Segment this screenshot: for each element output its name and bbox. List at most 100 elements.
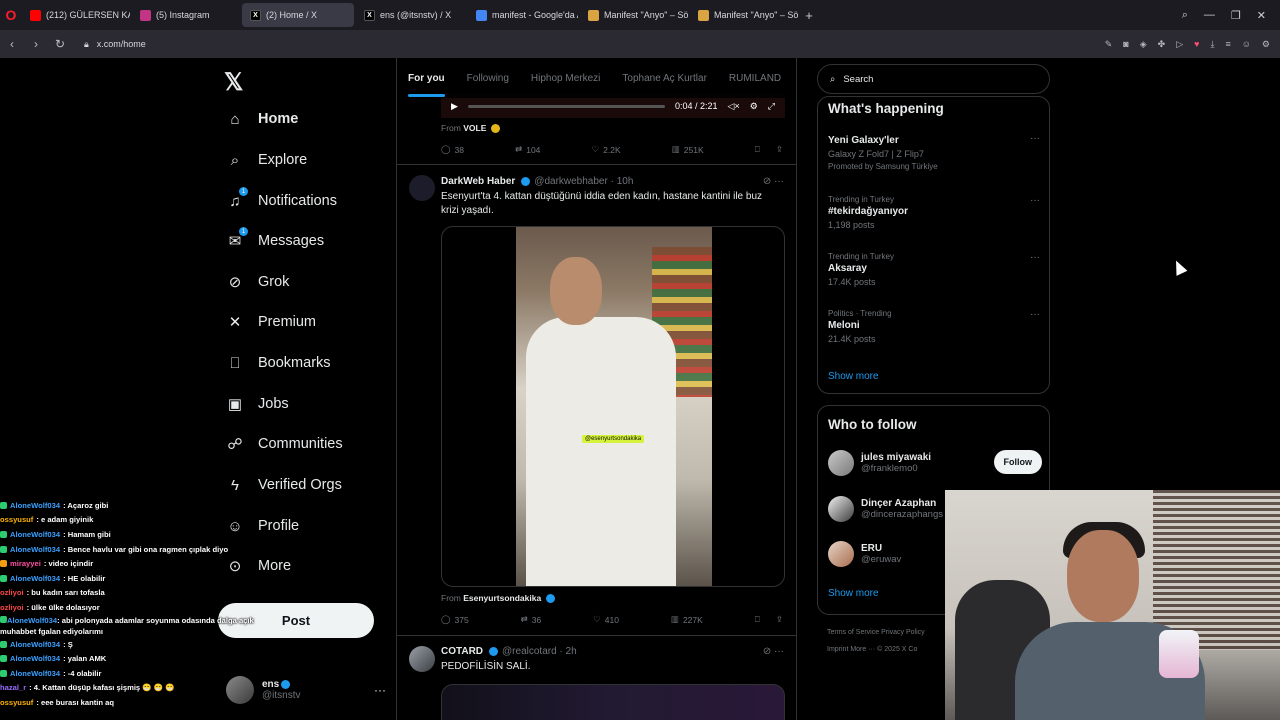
url-text[interactable]: x.com/home — [97, 39, 146, 49]
trend-item[interactable]: Trending in Turkey #tekirdağyanıyor 1,198 … — [828, 195, 1040, 230]
author-handle[interactable]: @realcotard · 2h — [502, 646, 577, 657]
show-more-link[interactable]: Show more — [828, 588, 879, 599]
trend-item[interactable]: Politics · Trending Meloni 21.4K posts ··· — [828, 309, 1040, 344]
more-dots-icon[interactable]: ··· — [1030, 133, 1040, 144]
chat-message: ossyusuf: e adam giyinik — [0, 513, 285, 528]
footer-line[interactable]: Terms of Service Privacy Policy — [827, 624, 957, 641]
nav-item-premium[interactable]: ✕ Premium — [226, 313, 316, 331]
nav-item-home[interactable]: ⌂ Home — [226, 110, 298, 128]
reply-button[interactable]: ◯ 375 — [441, 614, 469, 625]
tab-following[interactable]: Following — [467, 73, 509, 84]
nav-item-explore[interactable]: ⌕ Explore — [226, 151, 307, 169]
author-name[interactable]: DarkWeb Haber — [441, 176, 515, 187]
mute-icon[interactable]: ◁× — [728, 101, 740, 112]
tweet-source: From Esenyurtsondakika — [441, 593, 555, 604]
nav-item-messages[interactable]: ✉ 1 Messages — [226, 227, 324, 250]
fullscreen-icon[interactable]: ⤢ — [768, 101, 775, 112]
share-icon[interactable]: ⇪ — [776, 614, 783, 625]
browser-tab[interactable]: Manifest "Anyo" – Söz Mü — [580, 3, 688, 27]
views-button[interactable]: ▥ 251K — [672, 144, 704, 155]
back-icon[interactable]: ‹ — [0, 37, 24, 51]
share-icon[interactable]: ⇪ — [776, 144, 783, 155]
retweet-button[interactable]: ⇄ 36 — [521, 614, 542, 625]
tab-tophane-aç-kurtlar[interactable]: Tophane Aç Kurtlar — [622, 73, 707, 84]
avatar[interactable] — [409, 646, 435, 672]
new-tab-icon[interactable]: + — [800, 6, 818, 24]
settings-icon[interactable]: ⚙ — [1262, 39, 1270, 50]
avatar[interactable] — [409, 175, 435, 201]
browser-tab[interactable]: Xens (@itsnstv) / X — [356, 3, 466, 27]
more-dots-icon[interactable]: ··· — [774, 176, 784, 187]
puzzle-icon[interactable]: ✤ — [1158, 39, 1166, 50]
nav-item-jobs[interactable]: ▣ Jobs — [226, 395, 289, 413]
edit-icon[interactable]: ✎ — [1105, 39, 1113, 50]
bookmark-button[interactable]: ⎕ ⇪ — [755, 144, 783, 155]
search-tabs-icon[interactable]: ⌕ — [1182, 9, 1188, 22]
nav-item-notifications[interactable]: ♫ 1 Notifications — [226, 187, 337, 210]
bookshelf — [1153, 490, 1280, 650]
bookmark-button[interactable]: ⎕ ⇪ — [755, 614, 783, 625]
browser-tab[interactable]: X (2) Home / X — [242, 3, 354, 27]
minimize-icon[interactable]: — — [1204, 9, 1215, 21]
forward-icon[interactable]: › — [24, 37, 48, 51]
like-button[interactable]: ♡ 410 — [593, 614, 619, 625]
more-dots-icon[interactable]: ··· — [374, 683, 386, 697]
suggestion-handle: @franklemo0 — [861, 463, 918, 474]
address-bar: ‹ › ↻ 🔒︎ x.com/home ✎ ◙ ◈ ✤ ▷ ♥ ⤓ ≡ ☺ ⚙ — [0, 30, 1280, 58]
more-dots-icon[interactable]: ··· — [1030, 195, 1040, 206]
url-field[interactable]: 🔒︎ x.com/home — [84, 39, 146, 50]
nav-item-verified-orgs[interactable]: ϟ Verified Orgs — [226, 476, 342, 494]
close-window-icon[interactable]: ✕ — [1257, 9, 1266, 22]
browser-tab[interactable]: Manifest "Anyo" – Söz Mü — [690, 3, 798, 27]
follow-suggestion[interactable]: jules miyawaki @franklemo0 Follow — [828, 448, 1050, 478]
video-progress-bar[interactable] — [467, 104, 665, 108]
footer-line[interactable]: Imprint More ··· © 2025 X Co — [827, 641, 957, 658]
play-button-icon[interactable]: ▶ — [451, 101, 458, 112]
author-handle[interactable]: @darkwebhaber · 10h — [534, 176, 633, 187]
browser-tab[interactable]: (212) GÜLERSEN KAYBEDE — [22, 3, 130, 27]
shield-icon[interactable]: ◈ — [1140, 39, 1147, 50]
reply-button[interactable]: ◯ 38 — [441, 144, 464, 155]
video-settings-icon[interactable]: ⚙ — [750, 101, 758, 112]
tab-for-you[interactable]: For you — [408, 73, 445, 97]
profile-icon[interactable]: ☺ — [1242, 39, 1251, 49]
more-dots-icon[interactable]: ··· — [774, 646, 784, 657]
menu-icon[interactable]: ≡ — [1225, 39, 1230, 49]
more-dots-icon[interactable]: ··· — [1030, 252, 1040, 263]
tab-hiphop-merkezi[interactable]: Hiphop Merkezi — [531, 73, 600, 84]
tweet-video[interactable]: @esenyurtsondakika — [441, 226, 785, 587]
browser-tab[interactable]: (5) Instagram — [132, 3, 240, 27]
views-button[interactable]: ▥ 227K — [671, 614, 703, 625]
retweet-button[interactable]: ⇄ 104 — [515, 144, 540, 155]
play-icon[interactable]: ▷ — [1176, 39, 1183, 50]
more-dots-icon[interactable]: ··· — [1030, 309, 1040, 320]
x-logo-icon[interactable]: 𝕏 — [224, 68, 243, 97]
like-button[interactable]: ♡ 2.2K — [592, 144, 621, 155]
chat-message: AloneWolf034: Ş — [0, 637, 285, 652]
nav-item-bookmarks[interactable]: ⎕ Bookmarks — [226, 354, 330, 372]
reload-icon[interactable]: ↻ — [48, 37, 72, 51]
search-input[interactable]: ⌕ Search — [817, 64, 1050, 94]
show-more-link[interactable]: Show more — [828, 371, 879, 382]
retweet-icon: ⇄ — [515, 144, 523, 154]
download-icon[interactable]: ⤓ — [1210, 39, 1214, 50]
opera-logo-icon[interactable]: O — [0, 0, 22, 30]
tab-rumiland[interactable]: RUMILAND — [729, 73, 781, 84]
camera-icon[interactable]: ◙ — [1123, 39, 1128, 49]
timeline: For you Following Hiphop Merkezi Tophane Aç… — [396, 58, 797, 720]
trend-item[interactable]: Trending in Turkey Aksaray 17.4K posts ··· — [828, 252, 1040, 287]
source-link[interactable]: Esenyurtsondakika — [463, 593, 541, 603]
maximize-icon[interactable]: ❐ — [1231, 9, 1241, 22]
trend-item[interactable]: Yeni Galaxy'ler Galaxy Z Fold7 | Z Flip7 P… — [828, 133, 1040, 171]
heart-icon[interactable]: ♥ — [1194, 39, 1199, 49]
source-link[interactable]: VOLE — [463, 123, 486, 133]
author-name[interactable]: COTARD — [441, 646, 483, 657]
grok-icon[interactable]: ⊘ — [763, 646, 771, 657]
nav-item-grok[interactable]: ⊘ Grok — [226, 273, 290, 291]
browser-tab[interactable]: manifest - Google'da Ara — [468, 3, 578, 27]
search-placeholder: Search — [843, 73, 874, 85]
nav-item-communities[interactable]: ☍ Communities — [226, 435, 342, 453]
grok-icon[interactable]: ⊘ — [763, 176, 771, 187]
follow-button[interactable]: Follow — [993, 450, 1042, 474]
tweet-image[interactable] — [441, 684, 785, 720]
